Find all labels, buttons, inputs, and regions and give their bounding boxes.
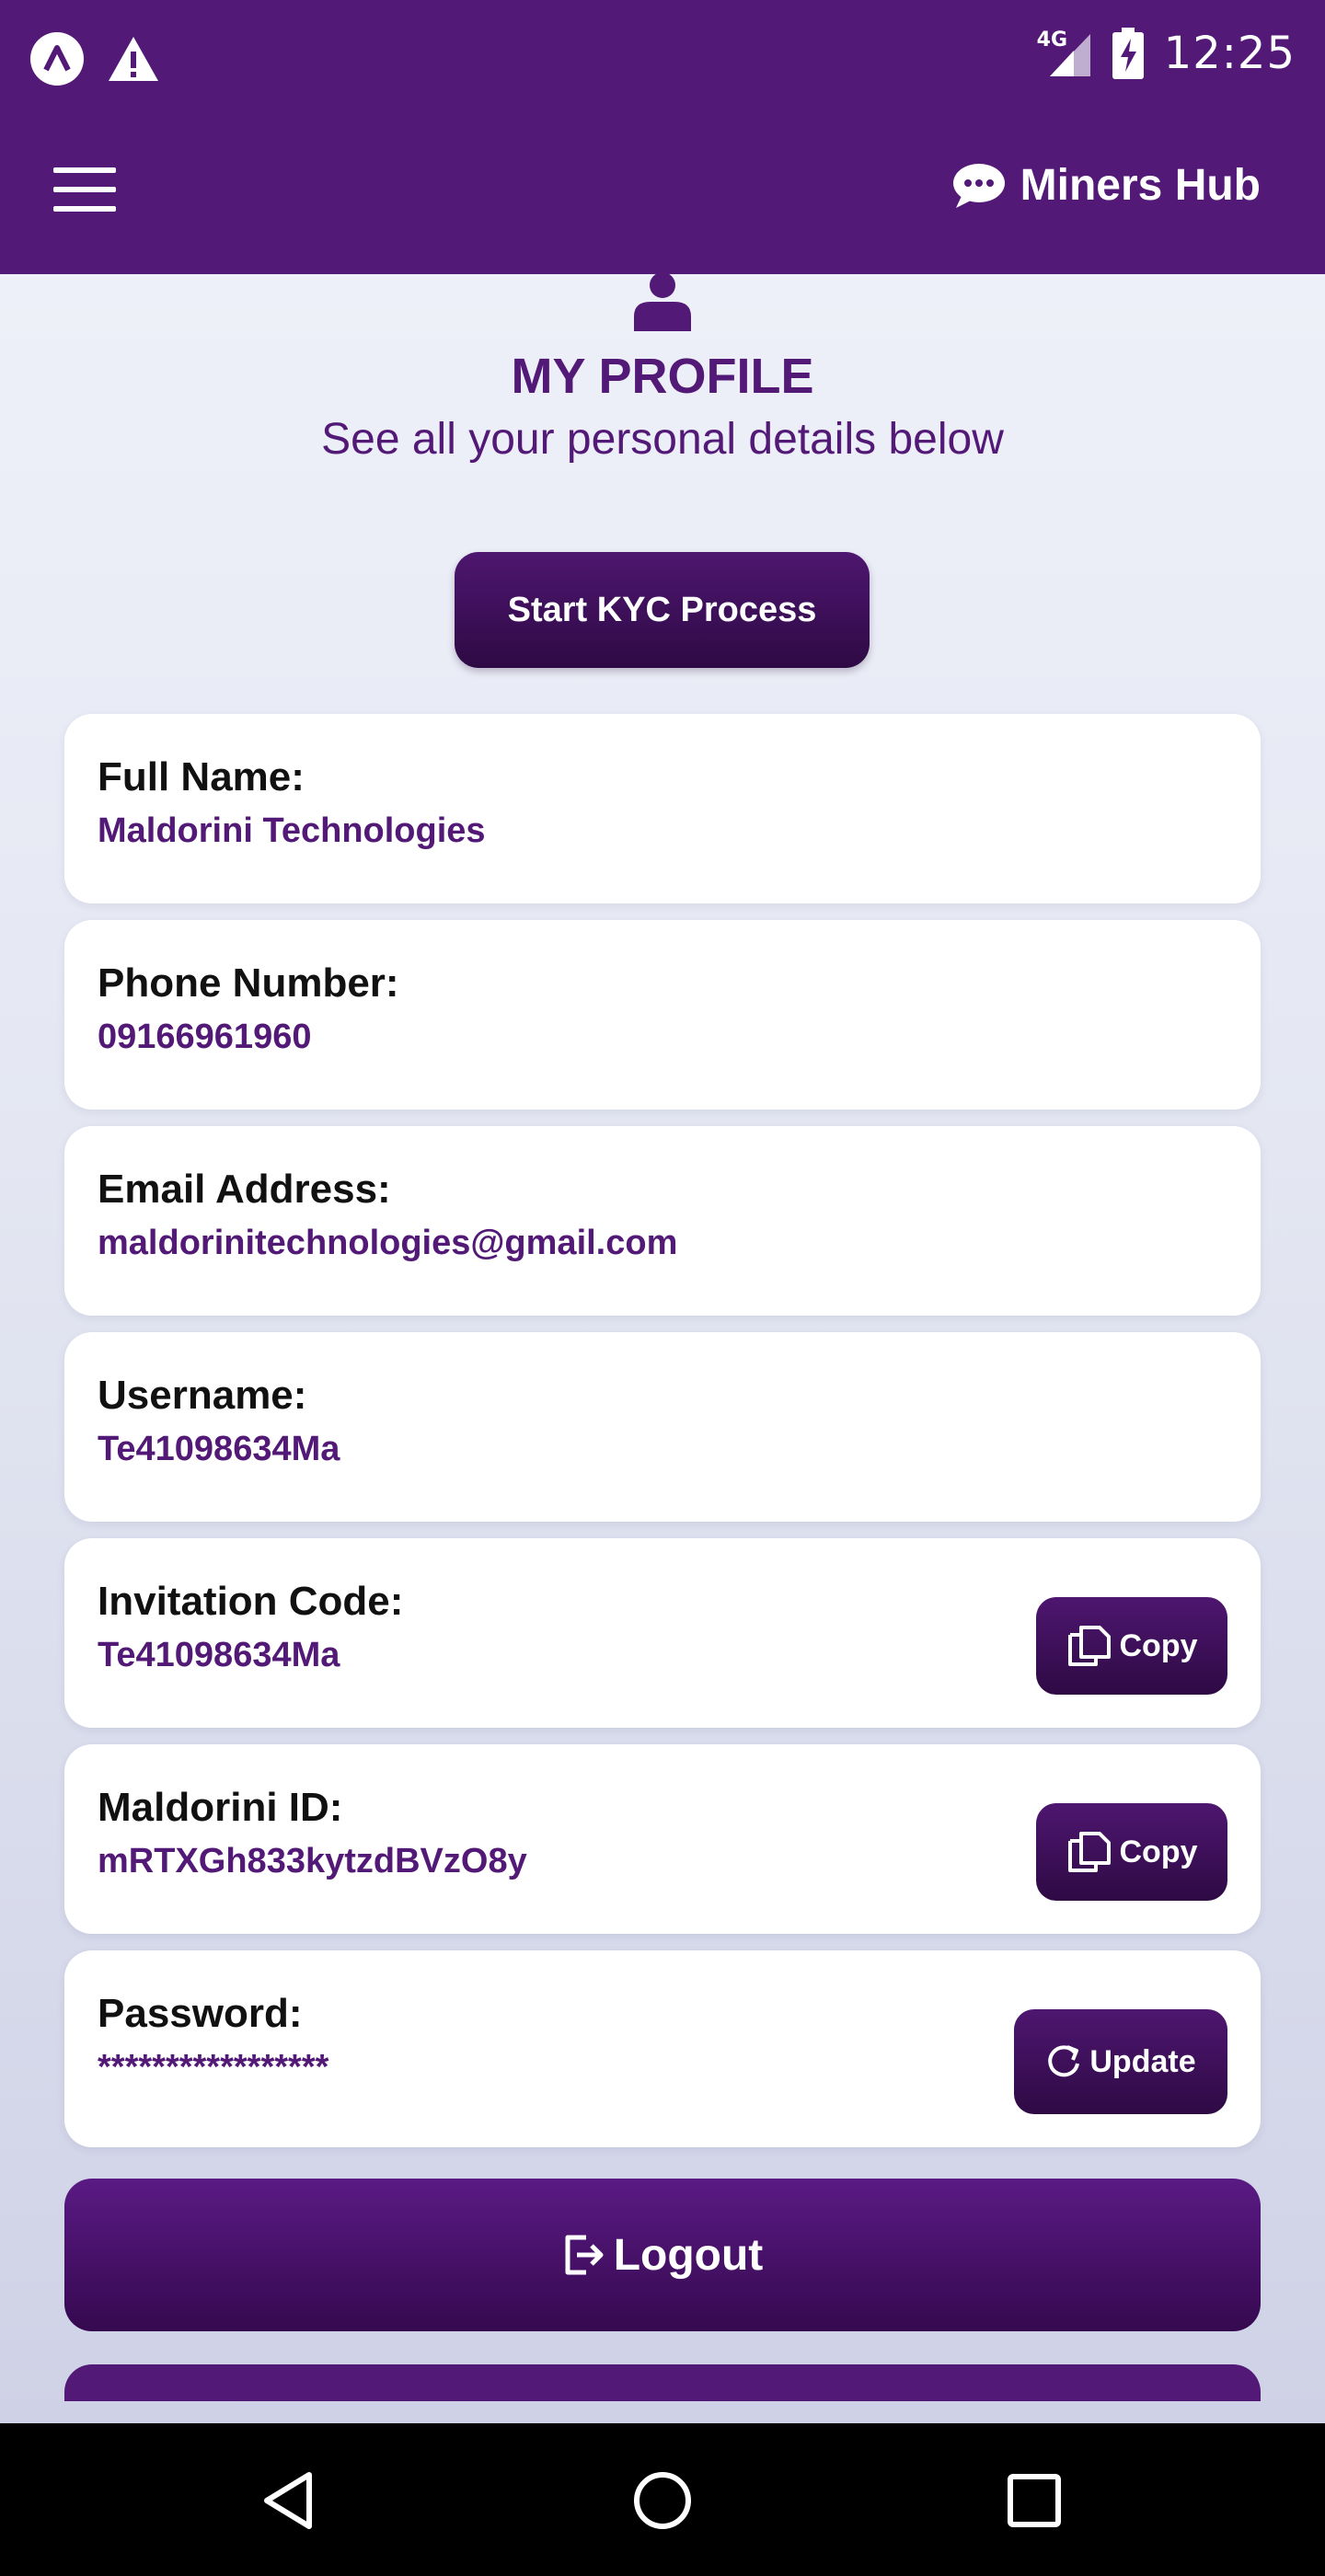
home-icon[interactable] [626,2464,699,2537]
invitation-code-card: Invitation Code: Te41098634Ma Copy [64,1538,1261,1728]
brand: Miners Hub [952,160,1261,211]
password-label: Password: [98,1991,303,2036]
maldorini-id-card: Maldorini ID: mRTXGh833kytzdBVzO8y Copy [64,1744,1261,1934]
battery-charging-icon [1112,28,1144,79]
brand-title: Miners Hub [1020,161,1261,210]
phone-number-label: Phone Number: [98,960,399,1006]
email-label: Email Address: [98,1167,391,1212]
chat-bubble-icon [952,163,1005,208]
username-card: Username: Te41098634Ma [64,1332,1261,1522]
username-label: Username: [98,1373,307,1418]
navigation-bar [0,2423,1325,2576]
full-name-label: Full Name: [98,754,305,799]
warning-icon [109,37,158,81]
update-password-button[interactable]: Update [1014,2009,1227,2114]
invitation-code-label: Invitation Code: [98,1579,404,1624]
app-logo-icon [30,32,84,86]
password-value: ***************** [98,2048,329,2087]
copy-label: Copy [1119,1834,1198,1869]
signal-icon: 4G [1037,29,1092,78]
maldorini-id-label: Maldorini ID: [98,1785,343,1830]
logout-button[interactable]: Logout [64,2179,1261,2331]
full-name-card: Full Name: Maldorini Technologies [64,714,1261,903]
status-bar: 4G 12:25 [0,0,1325,118]
recents-icon[interactable] [997,2464,1071,2537]
email-value: maldorinitechnologies@gmail.com [98,1224,678,1262]
email-card: Email Address: maldorinitechnologies@gma… [64,1126,1261,1316]
copy-icon [1067,1832,1111,1872]
page-title: MY PROFILE [511,349,814,404]
status-left-icons [29,31,160,86]
start-kyc-button[interactable]: Start KYC Process [455,552,870,668]
maldorini-id-value: mRTXGh833kytzdBVzO8y [98,1842,527,1880]
app-bar: Miners Hub [0,118,1325,274]
copy-invitation-code-button[interactable]: Copy [1036,1597,1227,1695]
copy-label: Copy [1119,1627,1198,1663]
hamburger-menu-icon[interactable] [53,167,116,215]
partial-button[interactable] [64,2364,1261,2401]
full-name-value: Maldorini Technologies [98,811,486,850]
username-value: Te41098634Ma [98,1430,340,1468]
phone-number-value: 09166961960 [98,1018,312,1056]
copy-maldorini-id-button[interactable]: Copy [1036,1803,1227,1901]
back-icon[interactable] [254,2464,328,2537]
profile-content: MY PROFILE See all your personal details… [0,274,1325,2423]
invitation-code-value: Te41098634Ma [98,1636,340,1674]
status-right-icons: 4G 12:25 [1037,28,1296,79]
logout-label: Logout [613,2230,764,2280]
refresh-icon [1048,2045,1080,2077]
page-subtitle: See all your personal details below [321,415,1004,464]
phone-number-card: Phone Number: 09166961960 [64,920,1261,1110]
status-time: 12:25 [1163,28,1296,79]
user-icon [634,274,691,331]
update-label: Update [1089,2043,1196,2079]
password-card: Password: ***************** Update [64,1950,1261,2147]
logout-icon [565,2235,604,2275]
copy-icon [1067,1626,1111,1666]
